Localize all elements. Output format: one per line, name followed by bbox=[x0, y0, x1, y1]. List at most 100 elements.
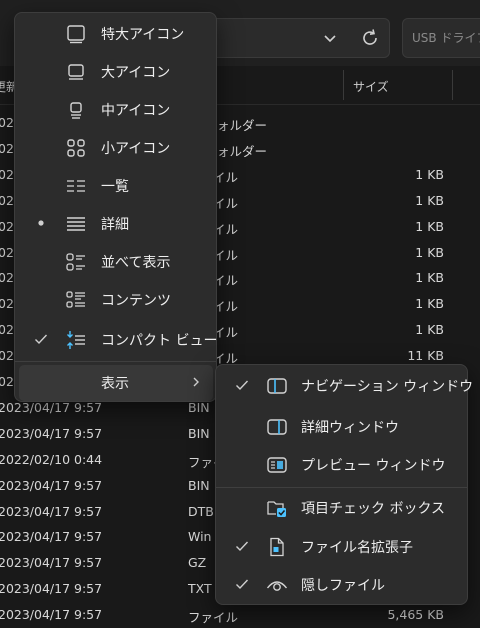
menu-item-navigation-pane[interactable]: ナビゲーション ウィンドウ bbox=[220, 368, 473, 404]
file-date: 2023/04/17 9:57 bbox=[0, 581, 103, 597]
column-divider[interactable] bbox=[343, 70, 344, 100]
menu-item-file-name-extensions[interactable]: ファイル名拡張子 bbox=[220, 529, 464, 565]
show-submenu: ナビゲーション ウィンドウ 詳細ウィンドウ プレビュー ウィンドウ 項目チェック… bbox=[215, 364, 473, 605]
menu-item-details-pane[interactable]: 詳細ウィンドウ bbox=[220, 409, 464, 445]
menu-item-item-checkboxes[interactable]: 項目チェック ボックス bbox=[220, 490, 464, 526]
table-row[interactable]: 2023/04/17 9:57 ファイル 5,465 KB bbox=[0, 602, 480, 628]
file-date: 02 bbox=[0, 296, 14, 312]
column-divider[interactable] bbox=[452, 70, 453, 100]
file-size: 1 KB bbox=[415, 192, 444, 208]
file-type: TXT bbox=[188, 581, 212, 597]
file-date: 02 bbox=[0, 192, 14, 208]
file-date: 02 bbox=[0, 270, 14, 286]
file-date: 02 bbox=[0, 374, 14, 389]
menu-item-label: 詳細 bbox=[101, 217, 129, 233]
file-size: 5,465 KB bbox=[387, 607, 444, 623]
menu-item-compact-view[interactable]: コンパクト ビュー bbox=[19, 322, 217, 358]
file-date: 2023/04/17 9:57 bbox=[0, 503, 103, 519]
menu-item-label: コンパクト ビュー bbox=[101, 333, 218, 349]
menu-divider bbox=[15, 361, 216, 362]
view-menu: 特大アイコン 大アイコン 中アイコン 小アイコン 一覧 詳細 並べて表示 コンテ… bbox=[14, 12, 217, 402]
chevron-down-icon[interactable] bbox=[320, 28, 340, 48]
tiles-icon bbox=[66, 253, 85, 271]
file-extension-icon bbox=[270, 537, 284, 557]
file-date: 02 bbox=[0, 322, 14, 338]
medium-icons-icon bbox=[70, 102, 82, 119]
file-date: 2023/04/17 9:57 bbox=[0, 425, 103, 441]
menu-item-label: 並べて表示 bbox=[101, 255, 171, 271]
checkmark-icon bbox=[236, 579, 249, 590]
content-icon bbox=[66, 291, 85, 308]
file-date: 02 bbox=[0, 244, 14, 260]
file-type: Win bbox=[188, 529, 212, 545]
checkmark-icon bbox=[236, 541, 249, 552]
checkmark-icon bbox=[35, 334, 48, 345]
file-size: 1 KB bbox=[415, 270, 444, 286]
file-type: BIN bbox=[188, 477, 210, 493]
file-size: 11 KB bbox=[407, 348, 444, 364]
file-date: 2023/04/17 9:57 bbox=[0, 529, 103, 545]
menu-item-show[interactable]: 表示 bbox=[19, 365, 213, 401]
navigation-pane-icon bbox=[267, 378, 287, 394]
file-size: 1 KB bbox=[415, 244, 444, 260]
file-date: 2023/04/17 9:57 bbox=[0, 399, 103, 415]
list-icon bbox=[67, 180, 85, 192]
menu-item-label: 中アイコン bbox=[101, 103, 171, 119]
menu-item-label: ファイル名拡張子 bbox=[301, 540, 413, 556]
file-date: 02 bbox=[0, 348, 14, 364]
hidden-items-icon bbox=[266, 581, 288, 591]
menu-item-label: プレビュー ウィンドウ bbox=[301, 458, 446, 474]
menu-item-label: 一覧 bbox=[101, 179, 129, 195]
file-size: 1 KB bbox=[415, 218, 444, 234]
menu-item-label: 項目チェック ボックス bbox=[301, 501, 446, 517]
extra-large-icons-icon bbox=[67, 25, 85, 44]
menu-item-content[interactable]: コンテンツ bbox=[19, 282, 213, 318]
file-date: 2023/04/17 9:57 bbox=[0, 555, 103, 571]
file-date: 02 bbox=[0, 115, 14, 130]
checkmark-icon bbox=[236, 380, 249, 391]
file-date: 02 bbox=[0, 140, 14, 156]
file-date: 2023/04/17 9:57 bbox=[0, 607, 103, 623]
menu-item-label: 詳細ウィンドウ bbox=[301, 420, 399, 436]
menu-item-large-icons[interactable]: 大アイコン bbox=[19, 54, 213, 90]
large-icons-icon bbox=[68, 64, 84, 80]
details-pane-icon bbox=[267, 419, 287, 435]
menu-item-label: 隠しファイル bbox=[301, 578, 385, 594]
menu-item-label: 小アイコン bbox=[101, 141, 171, 157]
file-size: 1 KB bbox=[415, 166, 444, 182]
menu-item-label: ナビゲーション ウィンドウ bbox=[301, 379, 474, 395]
menu-item-label: 特大アイコン bbox=[101, 27, 185, 43]
file-date: 2022/02/10 0:44 bbox=[0, 451, 103, 467]
menu-item-label: 大アイコン bbox=[101, 65, 171, 81]
compact-view-icon bbox=[67, 331, 85, 349]
column-size[interactable]: サイズ bbox=[353, 78, 389, 95]
details-icon bbox=[67, 217, 85, 231]
menu-item-preview-pane[interactable]: プレビュー ウィンドウ bbox=[220, 447, 464, 483]
file-type: DTB bbox=[188, 503, 214, 519]
menu-divider bbox=[216, 487, 467, 488]
menu-item-hidden-items[interactable]: 隠しファイル bbox=[220, 567, 464, 603]
refresh-icon[interactable] bbox=[358, 26, 382, 50]
file-size: 1 KB bbox=[415, 296, 444, 312]
search-input[interactable]: USB ドライブ bbox=[402, 18, 480, 58]
file-type: BIN bbox=[188, 399, 210, 415]
file-size: 1 KB bbox=[415, 322, 444, 338]
file-type: ファイル bbox=[188, 610, 239, 626]
menu-item-tiles[interactable]: 並べて表示 bbox=[19, 244, 213, 280]
menu-item-details[interactable]: 詳細 bbox=[19, 206, 213, 242]
small-icons-icon bbox=[67, 139, 85, 157]
file-date: 02 bbox=[0, 218, 14, 234]
item-checkbox-icon bbox=[267, 501, 286, 517]
preview-pane-icon bbox=[267, 457, 287, 473]
chevron-right-icon bbox=[193, 377, 199, 387]
menu-item-medium-icons[interactable]: 中アイコン bbox=[19, 92, 213, 128]
menu-item-label: コンテンツ bbox=[101, 293, 171, 309]
file-type: BIN bbox=[188, 425, 210, 441]
menu-item-small-icons[interactable]: 小アイコン bbox=[19, 130, 213, 166]
file-type: GZ bbox=[188, 555, 207, 571]
menu-item-list[interactable]: 一覧 bbox=[19, 168, 213, 204]
menu-item-label: 表示 bbox=[101, 376, 129, 392]
file-date: 02 bbox=[0, 166, 14, 182]
selected-dot-icon bbox=[38, 220, 44, 226]
menu-item-extra-large-icons[interactable]: 特大アイコン bbox=[19, 16, 213, 52]
